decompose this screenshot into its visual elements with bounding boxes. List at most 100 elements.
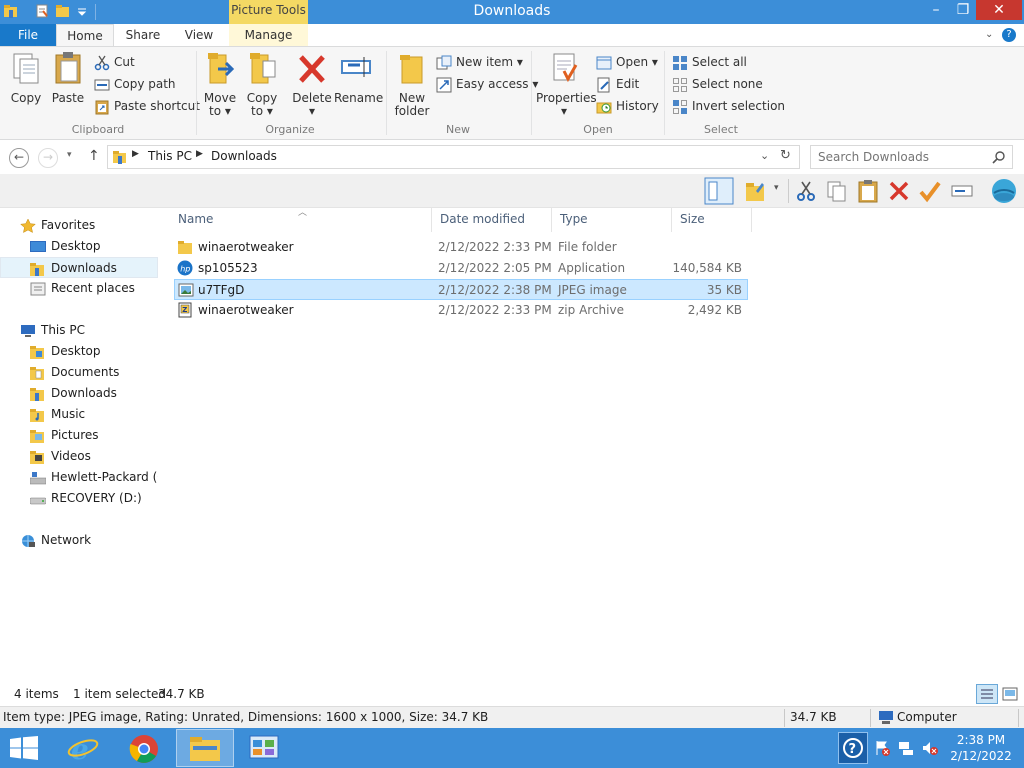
recent-locations-dropdown[interactable]: ▾ bbox=[67, 150, 72, 160]
nav-pc-documents[interactable]: Documents bbox=[0, 362, 158, 383]
tab-view[interactable]: View bbox=[176, 24, 222, 46]
file-row[interactable]: Z winaerotweaker 2/12/2022 2:33 PM zip A… bbox=[174, 300, 748, 321]
rename-button[interactable]: Rename bbox=[334, 51, 384, 105]
close-button[interactable]: ✕ bbox=[976, 0, 1022, 20]
hp-logo-icon: hp bbox=[177, 260, 193, 276]
action-center-flag-icon[interactable] bbox=[874, 740, 890, 756]
invert-selection-button[interactable]: Invert selection bbox=[672, 97, 785, 117]
history-button[interactable]: History bbox=[596, 97, 659, 117]
taskbar-control-panel[interactable] bbox=[236, 729, 294, 767]
maximize-button[interactable]: ❐ bbox=[950, 0, 976, 20]
column-header-size[interactable]: Size bbox=[672, 208, 752, 232]
delete-icon[interactable] bbox=[887, 179, 911, 203]
nav-favorites[interactable]: Favorites bbox=[20, 215, 150, 236]
nav-pc-desktop[interactable]: Desktop bbox=[0, 341, 158, 362]
nav-network[interactable]: Network bbox=[0, 530, 158, 551]
breadcrumb-this-pc[interactable]: This PC bbox=[148, 149, 192, 163]
forward-button[interactable]: → bbox=[38, 148, 58, 168]
copy-button[interactable]: Copy bbox=[8, 51, 44, 105]
nav-pc-drive-d[interactable]: RECOVERY (D:) bbox=[0, 488, 158, 509]
back-button[interactable]: ← bbox=[9, 148, 29, 168]
nav-fav-recent-places[interactable]: Recent places bbox=[0, 278, 158, 299]
nav-fav-downloads[interactable]: Downloads bbox=[0, 257, 158, 278]
help-support-tray-button[interactable]: ? bbox=[838, 732, 868, 764]
paste-icon[interactable] bbox=[856, 179, 880, 203]
column-header-date-modified[interactable]: Date modified bbox=[432, 208, 552, 232]
chevron-right-icon[interactable]: ▶ bbox=[196, 149, 203, 159]
globe-icon[interactable] bbox=[990, 177, 1018, 205]
chevron-down-icon[interactable]: ⌄ bbox=[985, 29, 993, 40]
help-icon[interactable]: ? bbox=[1002, 28, 1016, 42]
taskbar-internet-explorer[interactable]: e bbox=[55, 729, 113, 767]
refresh-icon[interactable]: ↻ bbox=[780, 148, 791, 163]
preview-pane-icon[interactable] bbox=[704, 177, 734, 205]
file-row-selected[interactable]: u7TFgD 2/12/2022 2:38 PM JPEG image 35 K… bbox=[174, 279, 748, 300]
scissors-icon[interactable] bbox=[794, 179, 818, 203]
network-status-icon[interactable] bbox=[898, 740, 914, 756]
nav-pc-drive-c[interactable]: Hewlett-Packard (C: bbox=[0, 467, 158, 488]
image-file-icon bbox=[178, 283, 194, 297]
folder-options-icon[interactable] bbox=[744, 179, 768, 203]
new-folder-button[interactable]: New folder bbox=[392, 51, 432, 118]
nav-this-pc[interactable]: This PC bbox=[0, 320, 158, 341]
copy-path-button[interactable]: Copy path bbox=[94, 75, 176, 95]
rename-icon[interactable] bbox=[950, 179, 974, 203]
group-separator bbox=[386, 51, 387, 135]
copy-icon[interactable] bbox=[825, 179, 849, 203]
details-view-icon[interactable] bbox=[976, 684, 998, 704]
paste-shortcut-button[interactable]: Paste shortcut bbox=[94, 97, 200, 117]
select-all-icon bbox=[673, 55, 687, 70]
tab-share[interactable]: Share bbox=[118, 24, 168, 46]
column-header-type[interactable]: Type bbox=[552, 208, 672, 232]
select-all-button[interactable]: Select all bbox=[672, 53, 747, 73]
group-label-open: Open bbox=[583, 123, 613, 136]
copy-to-button[interactable]: Copy to ▾ bbox=[244, 51, 280, 118]
open-button[interactable]: Open ▾ bbox=[596, 53, 658, 73]
file-row[interactable]: hp sp105523 2/12/2022 2:05 PM Applicatio… bbox=[174, 258, 748, 279]
new-item-button[interactable]: New item ▾ bbox=[436, 53, 523, 73]
paste-button[interactable]: Paste bbox=[50, 51, 86, 105]
chevron-down-icon[interactable]: ⌄ bbox=[760, 149, 769, 162]
taskbar-chrome[interactable] bbox=[116, 729, 174, 767]
easy-access-button[interactable]: Easy access ▾ bbox=[436, 75, 538, 95]
nav-pc-pictures[interactable]: Pictures bbox=[0, 425, 158, 446]
address-bar[interactable]: ▶ This PC ▶ Downloads ⌄ ↻ bbox=[107, 145, 800, 169]
windows-start-icon[interactable] bbox=[10, 736, 38, 760]
taskbar-file-explorer[interactable] bbox=[176, 729, 234, 767]
up-arrow-icon[interactable]: ↑ bbox=[88, 148, 100, 164]
volume-muted-icon[interactable] bbox=[922, 740, 938, 756]
minimize-button[interactable]: – bbox=[922, 0, 950, 20]
edit-button[interactable]: Edit bbox=[596, 75, 639, 95]
file-row[interactable]: winaerotweaker 2/12/2022 2:33 PM File fo… bbox=[174, 237, 748, 258]
search-box[interactable] bbox=[810, 145, 1013, 169]
chevron-right-icon[interactable]: ▶ bbox=[132, 149, 139, 159]
column-header-name[interactable]: Name bbox=[170, 208, 432, 232]
checkmark-icon[interactable] bbox=[918, 179, 942, 203]
nav-pc-videos[interactable]: Videos bbox=[0, 446, 158, 467]
history-icon bbox=[596, 102, 612, 113]
search-icon[interactable] bbox=[992, 150, 1006, 164]
computer-icon bbox=[879, 711, 893, 724]
search-input[interactable] bbox=[818, 147, 988, 167]
move-to-button[interactable]: Move to ▾ bbox=[202, 51, 238, 118]
rename-label: Rename bbox=[334, 91, 384, 105]
tab-manage[interactable]: Manage bbox=[229, 24, 308, 46]
copy-label: Copy bbox=[10, 91, 42, 105]
properties-button[interactable]: Properties ▾ bbox=[536, 51, 597, 118]
breadcrumb-downloads[interactable]: Downloads bbox=[211, 149, 277, 163]
nav-pc-music[interactable]: Music bbox=[0, 404, 158, 425]
delete-button[interactable]: Delete ▾ bbox=[292, 51, 332, 118]
large-icons-view-icon[interactable] bbox=[1002, 686, 1018, 702]
tab-file[interactable]: File bbox=[0, 24, 56, 46]
cut-button[interactable]: Cut bbox=[94, 53, 135, 73]
nav-pc-downloads[interactable]: Downloads bbox=[0, 383, 158, 404]
tab-home[interactable]: Home bbox=[56, 24, 114, 46]
open-label: Open ▾ bbox=[616, 55, 658, 69]
new-item-label: New item ▾ bbox=[456, 55, 523, 69]
taskbar-clock[interactable]: 2:38 PM 2/12/2022 bbox=[940, 732, 1022, 764]
downloads-folder-icon bbox=[30, 387, 44, 401]
select-none-button[interactable]: Select none bbox=[672, 75, 763, 95]
chevron-down-icon[interactable]: ▾ bbox=[774, 183, 779, 193]
drive-icon bbox=[30, 497, 46, 504]
nav-fav-desktop[interactable]: Desktop bbox=[0, 236, 158, 257]
